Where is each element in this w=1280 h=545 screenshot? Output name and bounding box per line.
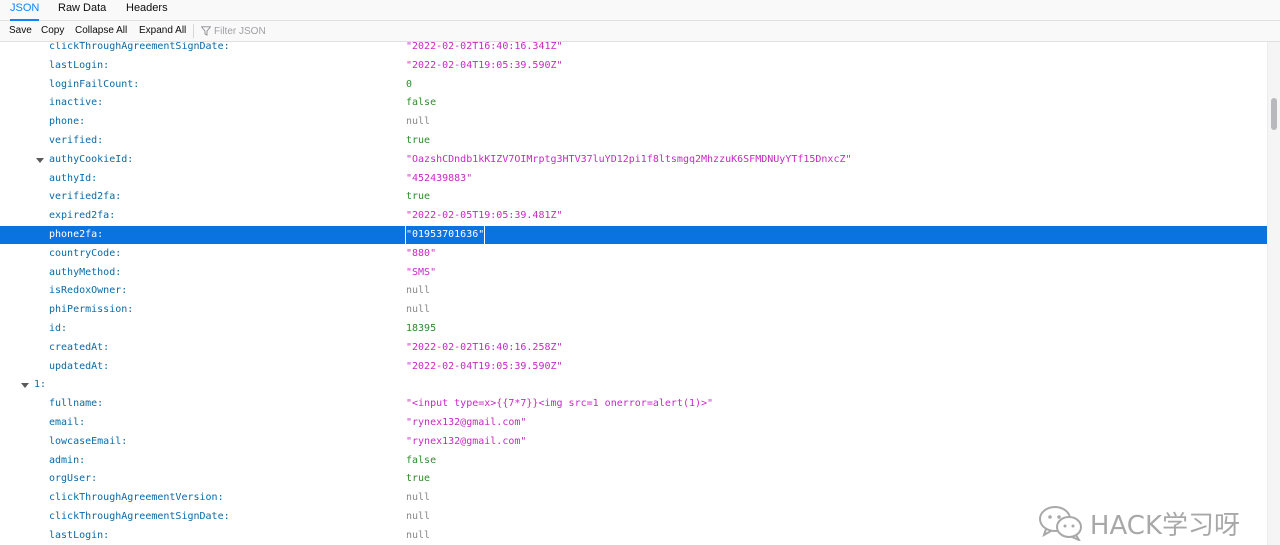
scrollbar[interactable] [1267,42,1280,545]
tree-row-value: false [406,454,437,466]
tree-row-value: true [406,191,431,203]
tab-json[interactable]: JSON [10,0,40,21]
tree-row-key: createdAt: [49,341,110,353]
tree-row-key: authyCookieId: [49,153,134,165]
tree-row-selected[interactable]: phone2fa: "01953701636" [0,225,1268,245]
tree-row[interactable]: phone: null [0,113,1268,131]
tree-row-value: null [406,529,431,541]
tree-row[interactable]: expired2fa: "2022-02-05T19:05:39.481Z" [0,207,1268,225]
copy-button[interactable]: Copy [41,21,64,41]
expand-all-button[interactable]: Expand All [139,21,186,41]
tree-row-value: "880" [406,247,437,259]
tree-row[interactable]: countryCode: "880" [0,245,1268,263]
filter-icon [201,26,211,36]
tree-row-value: "2022-02-04T19:05:39.590Z" [406,360,563,372]
tree-row-key: lastLogin: [49,529,110,541]
expand-toggle-icon[interactable] [36,157,44,163]
tree-row-key: authyMethod: [49,266,122,278]
tree-row-key: expired2fa: [49,210,116,222]
tree-row-value: "rynex132@gmail.com" [406,417,527,428]
tree-row[interactable]: lowcaseEmail: "rynex132@gmail.com" [0,433,1268,451]
tree-row-key: loginFailCount: [49,78,140,90]
tree-row-value: "rynex132@gmail.com" [406,435,527,447]
tree-row-value: false [406,97,437,109]
tree-row[interactable]: id: 18395 [0,320,1268,338]
watermark-text: HACK学习呀 [1089,510,1240,541]
tree-row[interactable]: inactive: false [0,94,1268,112]
tree-row[interactable]: updatedAt: "2022-02-04T19:05:39.590Z" [0,358,1268,376]
tree-row-value: null [406,492,431,504]
tree-row-key: isRedoxOwner: [49,285,128,297]
tree-row-key: authyId: [49,172,98,184]
watermark: HACK学习呀 [1038,503,1240,543]
tree-row[interactable]: authyMethod: "SMS" [0,264,1268,282]
tree-row[interactable]: admin: false [0,452,1268,470]
tree-row[interactable]: fullname: "<input type=x>{{7*7}}<img src=… [0,395,1268,413]
tree-row[interactable]: clickThroughAgreementSignDate: "2022-02-0… [0,42,1268,56]
tree-row[interactable]: verified: true [0,132,1268,150]
tree-row-value: "SMS" [406,266,437,278]
tree-row-value: 18395 [406,323,437,334]
collapse-all-button[interactable]: Collapse All [75,21,127,41]
tree-row[interactable]: orgUser: true [0,470,1268,488]
tree-row-key: orgUser: [49,473,98,485]
viewer-tabs: JSON Raw Data Headers [0,0,1280,21]
tree-row-value: "2022-02-05T19:05:39.481Z" [406,210,563,222]
tree-row-key: id: [49,323,68,334]
tree-row-value: "452439883" [406,172,473,184]
tree-row-value: true [406,473,431,485]
tree-row-key: phiPermission: [49,304,134,316]
tree-row[interactable]: loginFailCount: 0 [0,76,1268,94]
tree-row-key: clickThroughAgreementVersion: [49,492,224,504]
tree-row-key: verified: [49,135,104,146]
tree-row-value: null [406,304,431,316]
tree-row-key: inactive: [49,97,104,109]
json-toolbar: Save Copy Collapse All Expand All [0,21,1280,42]
wechat-icon [1038,506,1082,541]
save-button[interactable]: Save [9,21,32,41]
tree-row-key: updatedAt: [49,360,110,372]
tree-row-value: "2022-02-02T16:40:16.341Z" [406,42,563,52]
tree-row[interactable]: isRedoxOwner: null [0,282,1268,300]
tree-row-key: countryCode: [49,247,122,259]
tree-row-key: email: [49,417,86,428]
tree-row-value: "<input type=x>{{7*7}}<img src=1 onerror… [406,398,714,410]
expand-toggle-icon[interactable] [21,383,29,389]
tree-row[interactable]: authyId: "452439883" [0,170,1268,188]
tree-row-value: null [406,285,431,297]
tree-row[interactable]: lastLogin: "2022-02-04T19:05:39.590Z" [0,57,1268,75]
tree-row-key: verified2fa: [49,191,122,203]
tree-row-value: null [406,116,431,128]
tab-headers[interactable]: Headers [126,0,168,19]
tree-row-key: 1: [34,379,47,391]
filter-json-input[interactable] [214,23,414,39]
tree-row-key: fullname: [49,398,104,410]
tree-row-value: null [406,511,431,522]
tree-row-key: clickThroughAgreementSignDate: [49,511,230,522]
tab-raw-data[interactable]: Raw Data [58,0,106,19]
tree-row[interactable]: createdAt: "2022-02-02T16:40:16.258Z" [0,339,1268,357]
tree-row-value: 0 [406,78,413,90]
tree-row-value: true [406,135,431,146]
json-tree: clickThroughAgreementSignDate: "2022-02-0… [0,42,1268,545]
tree-row-key: admin: [49,454,86,466]
tree-row[interactable]: authyCookieId: "OazshCDndb1kKIZV7OIMrptg3… [0,151,1268,169]
tree-row-value: "OazshCDndb1kKIZV7OIMrptg3HTV37luYD12pi1… [406,153,852,165]
tree-row-value: "01953701636" [404,225,486,245]
toolbar-divider [193,24,194,38]
tree-row[interactable]: 1: [0,376,1268,394]
tree-row-key: lastLogin: [49,59,110,71]
tree-row-key: phone: [49,116,86,128]
scrollbar-thumb[interactable] [1271,98,1277,130]
tree-row[interactable]: email: "rynex132@gmail.com" [0,414,1268,432]
tree-row-value: "2022-02-02T16:40:16.258Z" [406,341,563,353]
tree-row-value: "2022-02-04T19:05:39.590Z" [406,59,563,71]
tree-row-key: lowcaseEmail: [49,435,128,447]
tree-row[interactable]: verified2fa: true [0,188,1268,206]
tree-row-key: phone2fa: [49,229,104,240]
tree-row-key: clickThroughAgreementSignDate: [49,42,230,52]
tree-row[interactable]: phiPermission: null [0,301,1268,319]
